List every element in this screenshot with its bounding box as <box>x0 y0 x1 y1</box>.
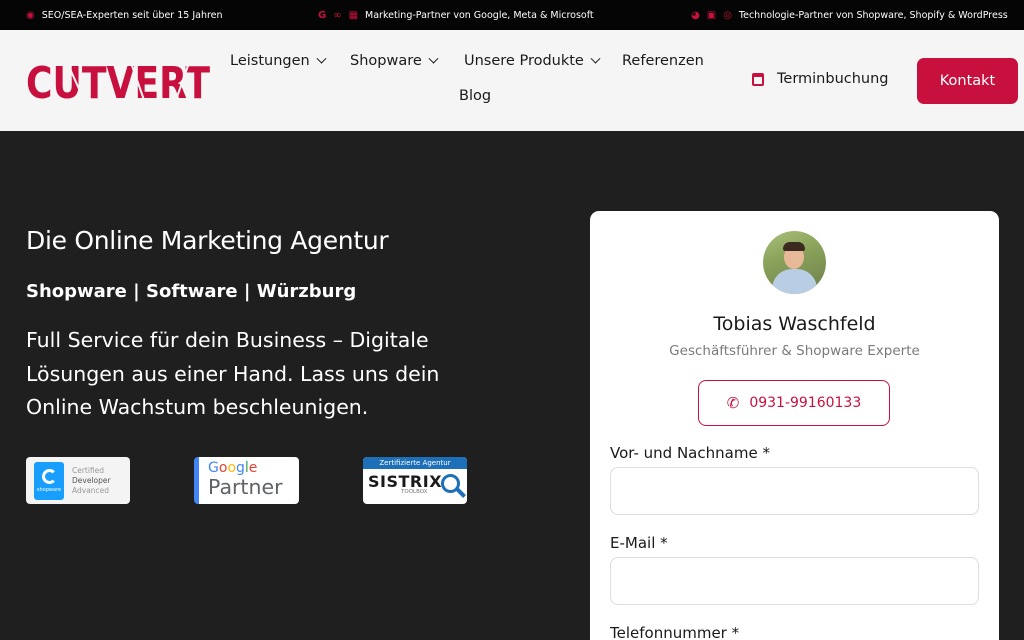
contact-person-role: Geschäftsführer & Shopware Experte <box>669 343 920 359</box>
sistrix-agency-badge: Zertifizierte Agentur SISTRIX TOOLBOX <box>363 457 467 504</box>
nav-label: Blog <box>459 88 492 104</box>
hero-title: Die Online Marketing Agentur <box>26 226 389 255</box>
microsoft-icon: ▦ <box>348 9 359 21</box>
wordpress-icon: ◎ <box>723 9 732 21</box>
shopware-icon: ◕ <box>691 9 700 21</box>
shopware-certified-badge: shopware Certified Developer Advanced <box>26 457 130 504</box>
topbar-text: Technologie-Partner von Shopware, Shopif… <box>738 9 1008 21</box>
avatar <box>763 231 826 294</box>
topbar-item-marketing: G ∞ ▦ Marketing-Partner von Google, Meta… <box>318 0 594 30</box>
topbar-item-seo: ◉ SEO/SEA-Experten seit über 15 Jahren <box>26 0 223 30</box>
badge-text: TOOLBOX <box>401 489 428 495</box>
phone-button[interactable]: ✆ 0931-99160133 <box>698 380 890 426</box>
chevron-down-icon <box>316 53 327 64</box>
name-field[interactable] <box>610 467 979 515</box>
topbar-item-technology: ◕ ▣ ◎ Technologie-Partner von Shopware, … <box>691 0 1008 30</box>
name-field-label: Vor- und Nachname * <box>610 444 770 462</box>
chevron-down-icon <box>590 53 601 64</box>
nav-label: Unsere Produkte <box>464 53 584 69</box>
phone-icon: ✆ <box>726 394 740 412</box>
cutvert-logo[interactable]: CUTVERT <box>26 58 210 102</box>
calendar-icon <box>752 72 764 86</box>
google-partner-badge: Google Partner <box>194 457 299 504</box>
topbar-text: SEO/SEA-Experten seit über 15 Jahren <box>41 9 223 21</box>
phone-number: 0931-99160133 <box>749 395 862 411</box>
google-icon: G <box>318 9 327 21</box>
nav-unsere-produkte[interactable]: Unsere Produkte <box>464 53 601 69</box>
topbar-text: Marketing-Partner von Google, Meta & Mic… <box>365 9 594 21</box>
nav-label: Shopware <box>350 53 422 69</box>
hero-description: Full Service für dein Business – Digital… <box>26 328 440 419</box>
contact-button[interactable]: Kontakt <box>917 58 1018 104</box>
chevron-down-icon <box>428 53 439 64</box>
location-pin-icon: ◉ <box>26 9 35 21</box>
booking-label: Terminbuchung <box>777 71 889 87</box>
badge-text: Certified <box>72 465 105 475</box>
email-field[interactable] <box>610 557 979 605</box>
top-info-bar: ◉ SEO/SEA-Experten seit über 15 Jahren G… <box>0 0 1024 30</box>
phone-field-label: Telefonnummer * <box>610 624 740 640</box>
google-wordmark: Google <box>208 460 258 476</box>
badge-text: Zertifizierte Agentur <box>363 457 467 469</box>
email-field-label: E-Mail * <box>610 534 668 552</box>
meta-icon: ∞ <box>333 9 342 21</box>
booking-link[interactable]: Terminbuchung <box>752 71 889 87</box>
nav-label: Referenzen <box>622 53 704 69</box>
badge-text: Partner <box>208 475 283 499</box>
badge-text: Developer <box>72 475 111 485</box>
nav-leistungen[interactable]: Leistungen <box>230 53 327 69</box>
badge-text: Advanced <box>72 485 110 495</box>
shopware-logo-icon: shopware <box>34 461 64 500</box>
contact-person-name: Tobias Waschfeld <box>713 313 876 335</box>
hero-subtitle: Shopware | Software | Würzburg <box>26 281 357 302</box>
shopify-icon: ▣ <box>706 9 717 21</box>
nav-referenzen[interactable]: Referenzen <box>622 53 704 69</box>
nav-shopware[interactable]: Shopware <box>350 53 439 69</box>
nav-blog[interactable]: Blog <box>459 88 491 104</box>
site-header: CUTVERT Leistungen Shopware Unsere Produ… <box>0 30 1024 131</box>
contact-form-card: Tobias Waschfeld Geschäftsführer & Shopw… <box>590 211 999 640</box>
nav-label: Leistungen <box>230 53 310 69</box>
